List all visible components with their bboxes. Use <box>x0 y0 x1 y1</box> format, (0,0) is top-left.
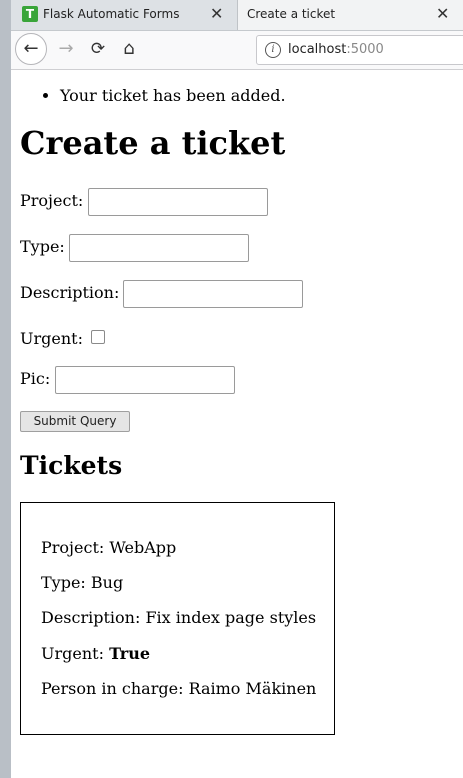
description-input[interactable] <box>123 280 303 308</box>
browser-nav-bar: ← → ⟳ ⌂ i localhost:5000 <box>11 31 463 70</box>
url-text: localhost:5000 <box>288 42 384 57</box>
close-tab-icon[interactable]: ✕ <box>210 4 223 24</box>
field-label: Person in charge: <box>41 679 184 698</box>
ticket-project: Project: WebApp <box>41 538 176 557</box>
ticket-card: Project: WebApp Type: Bug Description: F… <box>20 502 335 735</box>
info-icon[interactable]: i <box>265 42 281 58</box>
field-label: Description: <box>41 608 141 627</box>
browser-tab-bar: T Flask Automatic Forms ✕ Create a ticke… <box>11 0 463 31</box>
pic-label: Pic: <box>20 369 51 388</box>
type-input[interactable] <box>69 234 249 262</box>
window-left-edge <box>0 0 11 778</box>
ticket-type: Type: Bug <box>41 573 123 592</box>
field-label: Project: <box>41 538 105 557</box>
description-label: Description: <box>20 283 120 302</box>
field-value: True <box>109 644 151 663</box>
tab-title: Flask Automatic Forms <box>43 7 180 21</box>
back-arrow-icon[interactable]: ← <box>15 33 47 65</box>
project-input[interactable] <box>88 188 268 216</box>
tab-title: Create a ticket <box>247 7 336 21</box>
project-label: Project: <box>20 191 84 210</box>
page-title: Create a ticket <box>20 124 286 162</box>
tab-flask-automatic-forms[interactable]: T Flask Automatic Forms ✕ <box>11 0 238 30</box>
url-host: localhost <box>288 42 347 57</box>
field-label: Urgent: <box>41 644 104 663</box>
reload-icon[interactable]: ⟳ <box>83 34 113 64</box>
field-value: Raimo Mäkinen <box>188 679 317 698</box>
ticket-urgent: Urgent: True <box>41 644 150 663</box>
close-tab-icon[interactable]: ✕ <box>436 4 449 24</box>
flash-messages: Your ticket has been added. <box>42 86 286 105</box>
ticket-description: Description: Fix index page styles <box>41 608 316 627</box>
field-label: Type: <box>41 573 86 592</box>
pic-input[interactable] <box>55 366 235 394</box>
tickets-heading: Tickets <box>20 451 123 480</box>
type-label: Type: <box>20 237 65 256</box>
forward-arrow-icon[interactable]: → <box>51 34 81 64</box>
urgent-checkbox[interactable] <box>91 330 105 344</box>
flask-favicon-icon: T <box>22 6 38 22</box>
url-port: :5000 <box>346 42 384 57</box>
ticket-person: Person in charge: Raimo Mäkinen <box>41 679 316 698</box>
submit-button[interactable]: Submit Query <box>20 411 130 432</box>
flash-message: Your ticket has been added. <box>60 86 286 105</box>
field-value: Bug <box>90 573 124 592</box>
address-bar[interactable]: i localhost:5000 <box>256 35 463 65</box>
field-value: Fix index page styles <box>145 608 317 627</box>
tab-create-a-ticket[interactable]: Create a ticket ✕ <box>238 0 463 30</box>
field-value: WebApp <box>109 538 177 557</box>
urgent-label: Urgent: <box>20 329 83 348</box>
home-icon[interactable]: ⌂ <box>114 34 144 64</box>
